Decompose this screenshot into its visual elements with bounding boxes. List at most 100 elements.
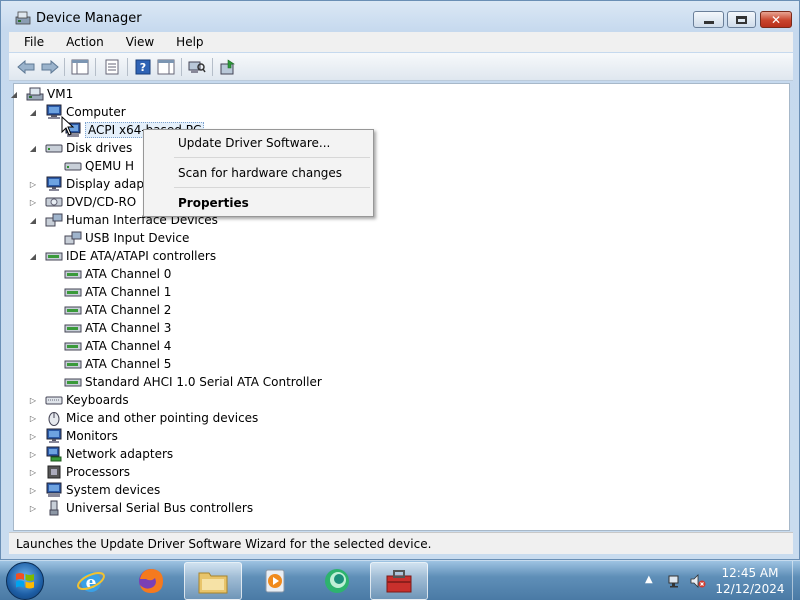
properties-button[interactable]	[101, 57, 123, 77]
toolbar-separator	[64, 58, 65, 76]
device-manager-window: Device Manager ✕ File Action View Help ?	[0, 0, 800, 560]
tree-node[interactable]: ATA Channel 4	[64, 337, 171, 355]
tree-node[interactable]: ATA Channel 2	[64, 301, 171, 319]
show-hide-console-tree-button[interactable]	[69, 57, 91, 77]
tree-node[interactable]: ▷ Display adap	[30, 175, 144, 193]
expand-arrow-icon[interactable]: ▷	[28, 486, 38, 495]
show-hidden-icons-button[interactable]: ▲	[645, 574, 653, 585]
context-properties[interactable]: Properties	[146, 192, 371, 214]
taskbar-network-app[interactable]	[308, 562, 366, 600]
tree-node[interactable]: ▷ DVD/CD-RO	[30, 193, 136, 211]
tree-node[interactable]: QEMU H	[64, 157, 134, 175]
back-button[interactable]	[15, 57, 37, 77]
toolbar-separator	[127, 58, 128, 76]
tree-node[interactable]: ATA Channel 5	[64, 355, 171, 373]
network-globe-icon	[325, 569, 349, 593]
tree-node[interactable]: ◢ Computer	[30, 103, 126, 121]
tree-node[interactable]: ▷ Universal Serial Bus controllers	[30, 499, 253, 517]
tree-node[interactable]: ATA Channel 3	[64, 319, 171, 337]
taskbar-internet-explorer[interactable]: e	[62, 562, 120, 600]
tree-node[interactable]: ATA Channel 1	[64, 283, 171, 301]
menu-help[interactable]: Help	[162, 32, 211, 52]
system-devices-icon	[45, 482, 63, 498]
status-bar: Launches the Update Driver Software Wiza…	[9, 532, 793, 554]
menu-action[interactable]: Action	[52, 32, 112, 52]
media-player-icon	[265, 569, 285, 593]
tree-node[interactable]: USB Input Device	[64, 229, 189, 247]
minimize-button[interactable]	[693, 11, 724, 28]
context-menu: Update Driver Software... Scan for hardw…	[143, 129, 374, 217]
expand-arrow-icon[interactable]: ▷	[28, 432, 38, 441]
scan-hardware-button[interactable]	[186, 57, 208, 77]
menu-view[interactable]: View	[112, 32, 162, 52]
tree-node[interactable]: Standard AHCI 1.0 Serial ATA Controller	[64, 373, 322, 391]
hid-device-icon	[64, 230, 82, 246]
expand-arrow-icon[interactable]: ▷	[28, 414, 38, 423]
taskbar-file-explorer[interactable]	[184, 562, 242, 600]
expand-arrow-icon[interactable]: ▷	[28, 504, 38, 513]
ide-controller-icon	[45, 248, 63, 264]
processor-icon	[45, 464, 63, 480]
expand-arrow-icon[interactable]: ▷	[28, 198, 38, 207]
close-button[interactable]: ✕	[760, 11, 792, 28]
title-bar[interactable]: Device Manager ✕	[1, 1, 799, 31]
taskbar-firefox[interactable]	[122, 562, 180, 600]
update-driver-icon	[220, 59, 235, 75]
update-driver-button[interactable]	[217, 57, 239, 77]
system-clock[interactable]: 12:45 AM 12/12/2024	[712, 565, 788, 597]
expand-arrow-icon[interactable]: ▷	[28, 396, 38, 405]
ide-controller-icon	[64, 356, 82, 372]
taskbar: e ▲ 12:45 AM 12/12/2024	[0, 560, 800, 600]
tree-node-label: Standard AHCI 1.0 Serial ATA Controller	[85, 375, 322, 389]
expand-arrow-icon[interactable]: ▷	[28, 180, 38, 189]
maximize-button[interactable]	[727, 11, 756, 28]
tree-node[interactable]: ▷ Keyboards	[30, 391, 129, 409]
expand-arrow-icon[interactable]: ▷	[28, 468, 38, 477]
show-desktop-button[interactable]	[792, 561, 800, 600]
tree-node[interactable]: ◢ IDE ATA/ATAPI controllers	[30, 247, 216, 265]
tree-node[interactable]: ▷ Processors	[30, 463, 130, 481]
tree-node-label: Display adap	[66, 177, 144, 191]
tree-node[interactable]: ATA Channel 0	[64, 265, 171, 283]
dvd-drive-icon	[45, 194, 63, 210]
network-adapter-icon	[45, 446, 63, 462]
tree-node[interactable]: ◢ Disk drives	[30, 139, 133, 157]
tree-node-label: VM1	[47, 87, 74, 101]
tree-node[interactable]: ▷ Mice and other pointing devices	[30, 409, 259, 427]
network-status-icon[interactable]	[667, 573, 683, 589]
forward-button[interactable]	[39, 57, 61, 77]
tree-node-label: Monitors	[66, 429, 118, 443]
help-button[interactable]: ?	[132, 57, 154, 77]
tree-root-node[interactable]: ◢ VM1	[11, 85, 74, 103]
tree-node[interactable]: ▷ Network adapters	[30, 445, 174, 463]
collapse-arrow-icon[interactable]: ◢	[28, 108, 38, 117]
mouse-icon	[45, 410, 63, 426]
context-separator	[174, 187, 370, 188]
device-tree[interactable]: ◢VM1◢ComputerACPI x64-based PC◢Disk driv…	[11, 83, 790, 531]
tree-node-label: Disk drives	[66, 141, 133, 155]
collapse-arrow-icon[interactable]: ◢	[28, 216, 38, 225]
collapse-arrow-icon[interactable]: ◢	[9, 90, 19, 99]
tree-node-label: Keyboards	[66, 393, 129, 407]
usb-controller-icon	[45, 500, 63, 516]
tree-node-label: ATA Channel 1	[85, 285, 172, 299]
tree-node[interactable]: ▷ System devices	[30, 481, 160, 499]
toolbar-separator	[95, 58, 96, 76]
tree-node-label: Mice and other pointing devices	[66, 411, 259, 425]
context-update-driver[interactable]: Update Driver Software...	[146, 132, 371, 154]
start-button[interactable]	[6, 562, 44, 600]
taskbar-media-player[interactable]	[246, 562, 304, 600]
collapse-arrow-icon[interactable]: ◢	[28, 144, 38, 153]
taskbar-device-manager[interactable]	[370, 562, 428, 600]
tree-node[interactable]: ▷ Monitors	[30, 427, 118, 445]
action-pane-button[interactable]	[155, 57, 177, 77]
menu-file[interactable]: File	[9, 32, 52, 52]
context-scan-hardware[interactable]: Scan for hardware changes	[146, 162, 371, 184]
ide-controller-icon	[64, 302, 82, 318]
toolbox-icon	[386, 570, 412, 593]
expand-arrow-icon[interactable]: ▷	[28, 450, 38, 459]
volume-muted-icon[interactable]	[690, 573, 706, 589]
close-icon: ✕	[770, 12, 782, 27]
tree-node-label: Network adapters	[66, 447, 174, 461]
collapse-arrow-icon[interactable]: ◢	[28, 252, 38, 261]
